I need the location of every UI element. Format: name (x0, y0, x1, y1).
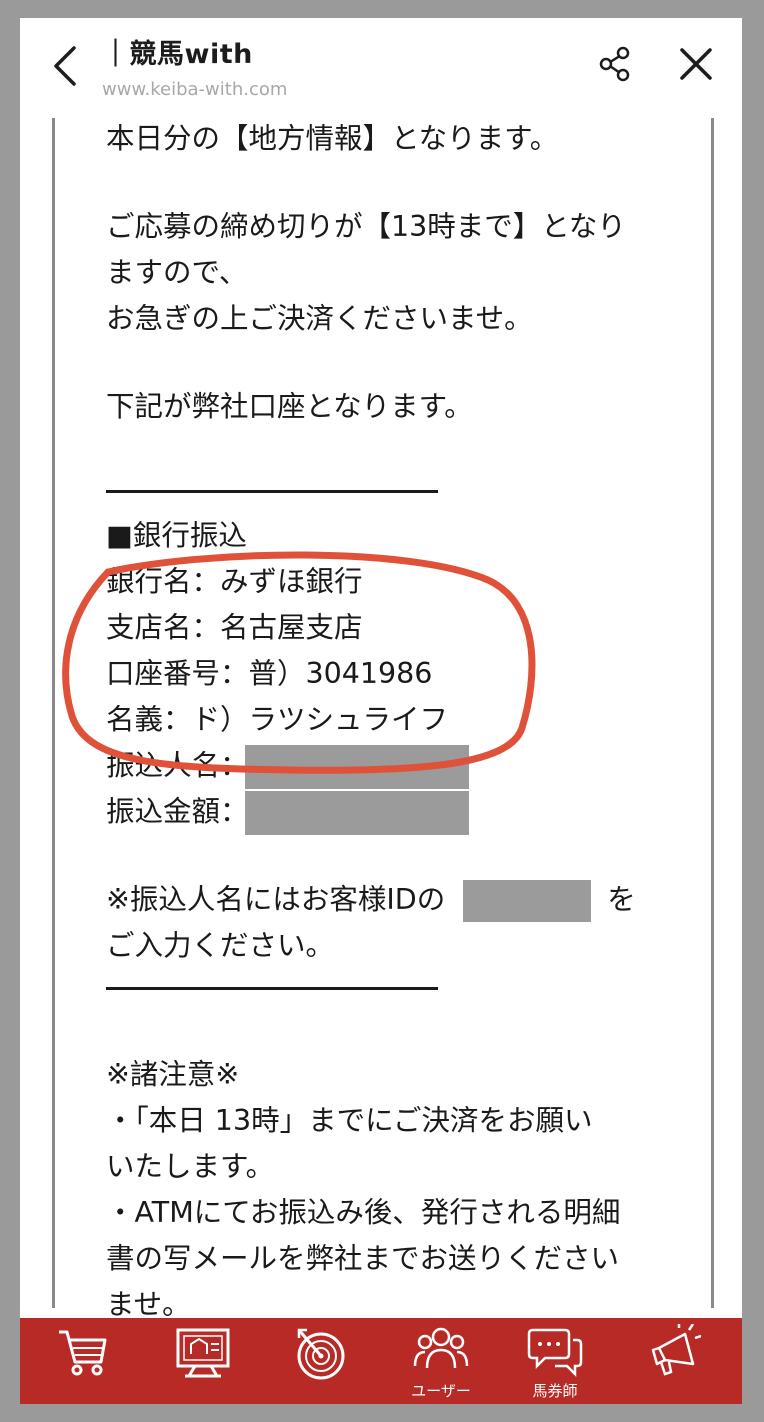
payer-name-label: 振込人名： (106, 749, 249, 782)
title-block: ｜競馬with www.keiba-with.com (102, 32, 287, 100)
tab-announcements[interactable] (618, 1318, 728, 1404)
note-id-after: を (607, 883, 636, 916)
bank-name: 銀行名：みずほ銀行 (106, 565, 363, 598)
message-line: 下記が弊社口座となります。 (106, 390, 473, 423)
back-button[interactable] (46, 44, 86, 88)
branch-name: 支店名：名古屋支店 (106, 611, 363, 644)
share-button[interactable] (595, 44, 635, 84)
note-id-row: ※振込人名にはお客様IDの を (106, 877, 666, 923)
tab-cart[interactable] (28, 1318, 138, 1404)
tab-label: ユーザー (411, 1382, 471, 1400)
megaphone-icon (651, 1324, 701, 1376)
bank-heading: ■銀行振込 (106, 519, 247, 552)
redacted-block (244, 791, 469, 835)
message-line: 本日分の【地方情報】となります。 (106, 122, 559, 155)
site-title: ｜競馬with (102, 39, 253, 70)
note-line: ・ATMにてお振込み後、発行される明細 (106, 1196, 621, 1229)
message-line: ますので、 (106, 256, 248, 289)
notes-heading: ※諸注意※ (106, 1058, 240, 1091)
account-number: 口座番号：普）3041986 (106, 657, 433, 690)
monitor-icon (176, 1328, 230, 1378)
note-line: いたします。 (106, 1150, 275, 1183)
users-icon (413, 1327, 469, 1369)
message-line: ご応募の締め切りが【13時まで】となり (106, 210, 626, 243)
amount-row: 振込金額： (106, 789, 666, 835)
content-border-left (52, 118, 55, 1308)
app-screen: ｜競馬with www.keiba-with.com 本日分の【地方情報】となり… (20, 18, 742, 1404)
close-button[interactable] (676, 44, 716, 84)
redacted-block (244, 745, 469, 789)
chevron-left-icon (54, 46, 76, 86)
bottom-tab-bar: ユーザー 馬券師 (20, 1318, 742, 1404)
chat-icon (527, 1328, 583, 1378)
redacted-block (463, 880, 592, 922)
tab-label: 馬券師 (532, 1382, 578, 1400)
message-body: 本日分の【地方情報】となります。 ご応募の締め切りが【13時まで】となり ますの… (106, 116, 666, 1328)
note-id-text: ※振込人名にはお客様IDの (106, 883, 446, 916)
divider (106, 987, 438, 990)
tab-target[interactable] (264, 1318, 374, 1404)
tab-monitor[interactable] (148, 1318, 258, 1404)
content-border-right (711, 118, 714, 1308)
tab-chat[interactable]: 馬券師 (500, 1318, 610, 1404)
account-holder: 名義：ド）ラツシュライフ (106, 703, 449, 736)
site-url: www.keiba-with.com (102, 79, 288, 100)
close-icon (680, 48, 712, 80)
amount-label: 振込金額： (106, 795, 249, 828)
payer-name-row: 振込人名： (106, 743, 666, 789)
tab-users[interactable]: ユーザー (386, 1318, 496, 1404)
cart-icon (59, 1330, 107, 1376)
target-icon (297, 1328, 345, 1380)
share-icon (599, 46, 630, 82)
header-bar: ｜競馬with www.keiba-with.com (20, 18, 742, 118)
note-line: ・「本日 13時」までにご決済をお願い (106, 1104, 593, 1137)
message-line: ご入力ください。 (106, 929, 335, 962)
message-line: お急ぎの上ご決済くださいませ。 (106, 302, 533, 335)
divider (106, 490, 438, 493)
note-line: 書の写メールを弊社までお送りください (106, 1242, 620, 1275)
